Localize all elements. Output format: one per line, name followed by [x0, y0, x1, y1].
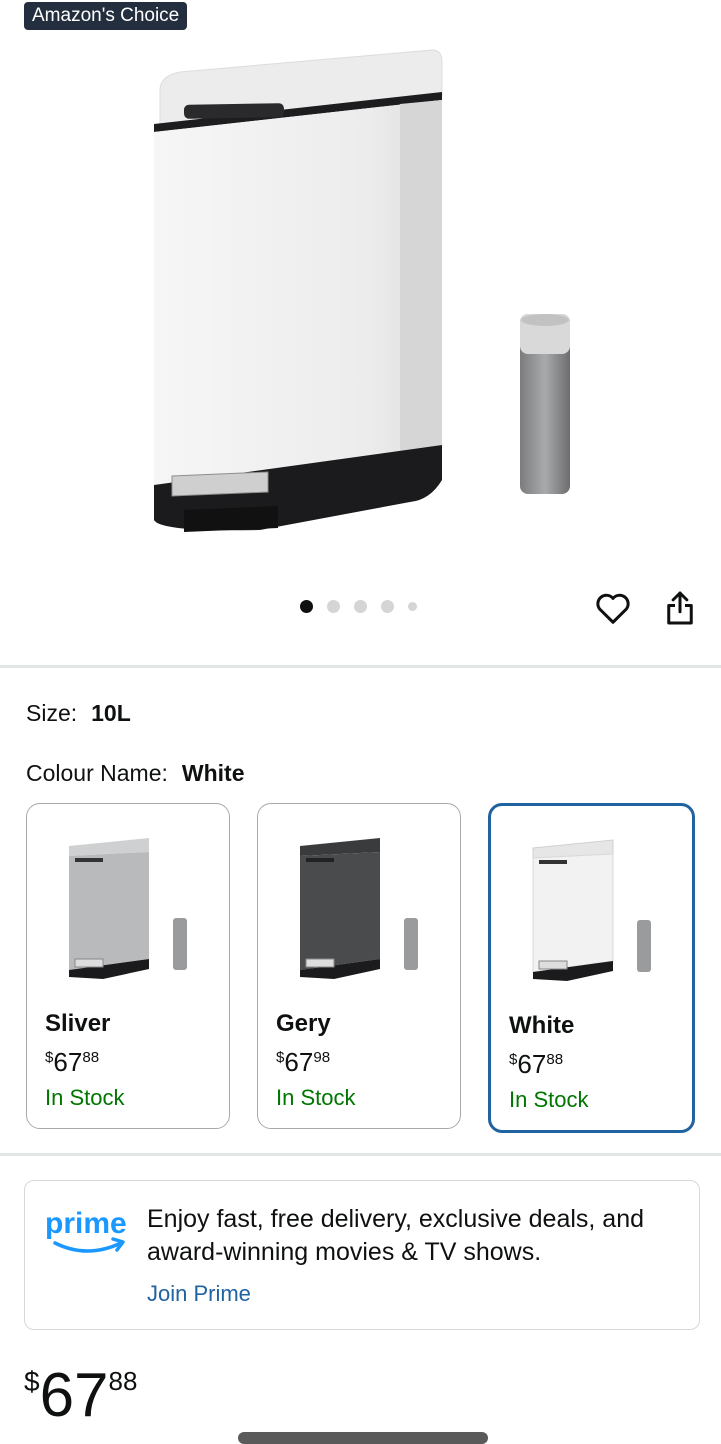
- variant-thumbnail: [69, 838, 187, 979]
- share-icon[interactable]: [660, 588, 700, 628]
- carousel-dot[interactable]: [300, 600, 313, 613]
- price-fraction: 88: [108, 1366, 138, 1396]
- prime-logo-icon: prime: [45, 1207, 127, 1253]
- variant-name: Sliver: [45, 1010, 111, 1037]
- wishlist-heart-icon[interactable]: [593, 588, 633, 628]
- variant-tile-white[interactable]: White $6788 In Stock: [488, 803, 695, 1133]
- variant-name: Gery: [276, 1010, 331, 1037]
- price-display: $6788: [24, 1360, 137, 1431]
- size-selector: Size: 10L: [26, 700, 131, 727]
- join-prime-link[interactable]: Join Prime: [147, 1281, 251, 1307]
- size-value: 10L: [91, 700, 131, 726]
- carousel-dot[interactable]: [408, 602, 417, 611]
- size-label: Size:: [26, 700, 78, 726]
- variant-thumbnail: [532, 839, 651, 981]
- product-image-carousel[interactable]: Amazon's Choice: [0, 0, 721, 665]
- prime-description: Enjoy fast, free delivery, exclusive dea…: [147, 1205, 645, 1266]
- variant-name: White: [509, 1012, 575, 1039]
- carousel-dot[interactable]: [381, 600, 394, 613]
- product-image: [154, 49, 570, 532]
- variant-stock-status: In Stock: [45, 1085, 125, 1110]
- variant-price: $6788: [509, 1049, 564, 1079]
- svg-text:prime: prime: [45, 1207, 127, 1240]
- colour-selector: Colour Name: White: [26, 760, 245, 787]
- amazons-choice-badge: Amazon's Choice: [24, 2, 188, 30]
- variant-thumbnail: [300, 838, 418, 979]
- variant-price: $6788: [45, 1047, 100, 1077]
- variant-tile-gery[interactable]: Gery $6798 In Stock: [257, 803, 461, 1129]
- carousel-dot[interactable]: [327, 600, 340, 613]
- price-currency: $: [24, 1366, 40, 1397]
- home-indicator[interactable]: [238, 1432, 488, 1444]
- price-whole: 67: [39, 1361, 109, 1430]
- prime-promo-card[interactable]: prime Enjoy fast, free delivery, exclusi…: [24, 1180, 700, 1330]
- colour-label: Colour Name:: [26, 760, 168, 786]
- carousel-dot[interactable]: [354, 600, 367, 613]
- section-divider: [0, 1153, 721, 1156]
- section-divider: [0, 665, 721, 668]
- colour-value: White: [181, 760, 245, 786]
- carousel-dots[interactable]: [300, 600, 417, 613]
- variant-price: $6798: [276, 1047, 331, 1077]
- variant-tile-sliver[interactable]: Sliver $6788 In Stock: [26, 803, 230, 1129]
- variant-stock-status: In Stock: [276, 1085, 356, 1110]
- variant-stock-status: In Stock: [509, 1087, 589, 1112]
